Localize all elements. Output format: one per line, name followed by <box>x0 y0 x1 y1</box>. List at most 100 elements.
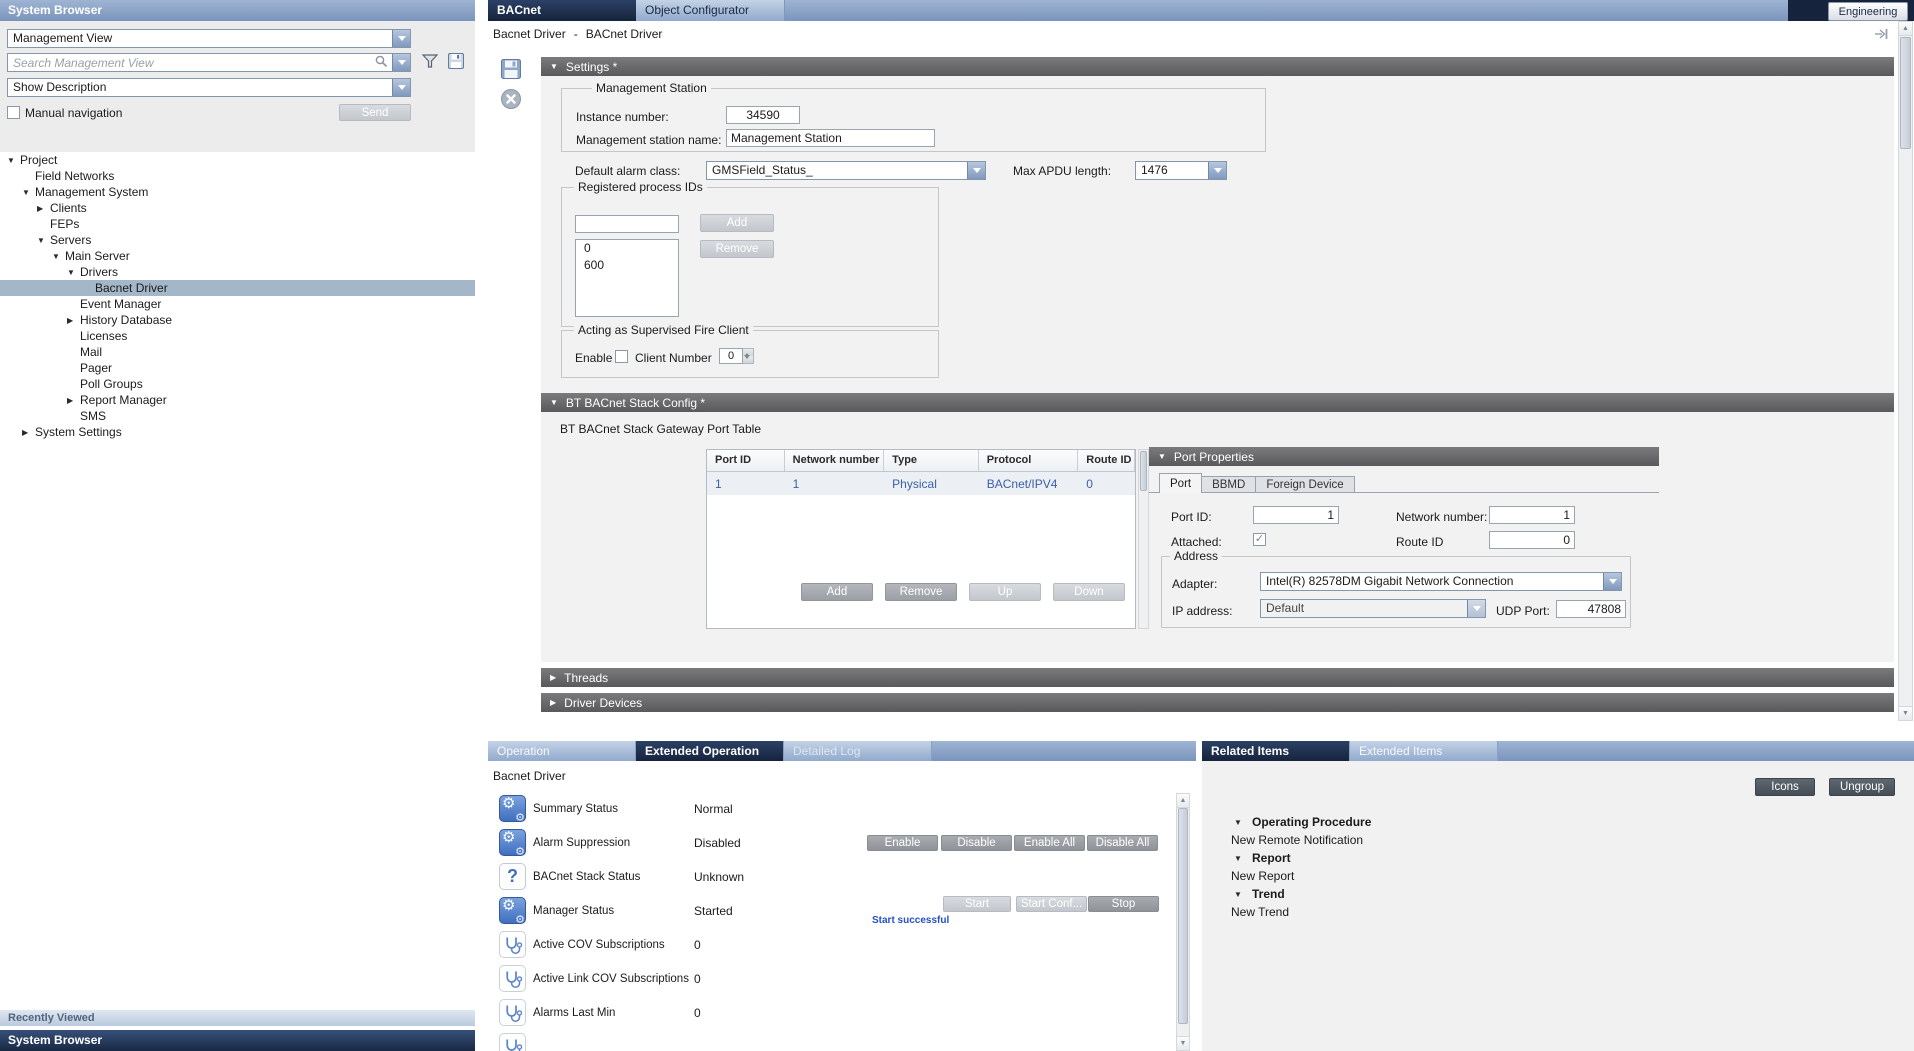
expanded-arrow-icon[interactable]: ▼ <box>1234 818 1252 827</box>
add-button[interactable]: Add <box>801 583 873 601</box>
tab-bbmd[interactable]: BBMD <box>1202 476 1256 493</box>
process-id-input[interactable] <box>575 215 679 233</box>
settings-section-header[interactable]: ▼ Settings * <box>541 57 1894 76</box>
search-icon[interactable] <box>374 54 392 71</box>
scroll-down-icon[interactable]: ▼ <box>1177 1036 1189 1050</box>
port-properties-header[interactable]: ▼ Port Properties <box>1149 447 1659 466</box>
table-row[interactable]: 11PhysicalBACnet/IPV40 <box>707 472 1135 495</box>
expanded-arrow-icon[interactable]: ▼ <box>67 268 80 277</box>
tree-item-system-settings[interactable]: ▶System Settings <box>0 424 475 440</box>
ungroup-button[interactable]: Ungroup <box>1829 778 1895 796</box>
jump-to-icon[interactable] <box>1874 28 1888 43</box>
tree-item-licenses[interactable]: Licenses <box>0 328 475 344</box>
chevron-down-icon[interactable] <box>1603 573 1621 590</box>
process-id-item[interactable]: 0 <box>576 240 678 257</box>
related-item-new-remote-notification[interactable]: New Remote Notification <box>1202 831 1914 849</box>
start-button[interactable]: Start <box>943 896 1011 912</box>
max-apdu-select[interactable]: 1476 <box>1135 161 1227 180</box>
threads-section-header[interactable]: ▶ Threads <box>541 668 1894 687</box>
enable-all-button[interactable]: Enable All <box>1014 835 1085 851</box>
disable-all-button[interactable]: Disable All <box>1087 835 1158 851</box>
tab-detailed-log[interactable]: Detailed Log <box>784 741 932 761</box>
table-scrollbar[interactable] <box>1138 449 1149 629</box>
expanded-arrow-icon[interactable]: ▼ <box>37 236 50 245</box>
process-id-item[interactable]: 600 <box>576 257 678 274</box>
tree-item-bacnet-driver[interactable]: Bacnet Driver <box>0 280 475 296</box>
up-button[interactable]: Up <box>969 583 1041 601</box>
related-group-trend[interactable]: ▼Trend <box>1202 885 1914 903</box>
stop-button[interactable]: Stop <box>1088 896 1159 912</box>
tab-operation[interactable]: Operation <box>488 741 636 761</box>
chevron-down-icon[interactable] <box>1467 600 1485 617</box>
scrollbar-thumb[interactable] <box>1140 451 1147 491</box>
icons-view-button[interactable]: Icons <box>1755 778 1815 796</box>
tab-extended-items[interactable]: Extended Items <box>1350 741 1498 761</box>
system-browser-footer-bar[interactable]: System Browser <box>0 1030 475 1051</box>
scroll-up-icon[interactable]: ▲ <box>1177 794 1189 808</box>
scrollbar-thumb[interactable] <box>1178 808 1188 1024</box>
related-group-report[interactable]: ▼Report <box>1202 849 1914 867</box>
collapsed-arrow-icon[interactable]: ▶ <box>37 204 50 213</box>
default-alarm-class-select[interactable]: GMSField_Status_ <box>706 161 986 180</box>
view-selector[interactable]: Management View <box>7 29 411 48</box>
scroll-down-icon[interactable]: ▼ <box>1899 706 1912 720</box>
save-search-icon[interactable] <box>447 52 465 73</box>
ip-address-select[interactable]: Default <box>1260 599 1486 618</box>
driver-devices-section-header[interactable]: ▶ Driver Devices <box>541 693 1894 712</box>
disable-button[interactable]: Disable <box>941 835 1012 851</box>
port-id-input[interactable] <box>1253 506 1339 524</box>
expanded-arrow-icon[interactable]: ▼ <box>1234 890 1252 899</box>
spinner-arrows-icon[interactable] <box>743 348 754 364</box>
enable-button[interactable]: Enable <box>867 835 938 851</box>
tree-item-event-manager[interactable]: Event Manager <box>0 296 475 312</box>
related-item-new-trend[interactable]: New Trend <box>1202 903 1914 921</box>
tree-item-feps[interactable]: FEPs <box>0 216 475 232</box>
expanded-arrow-icon[interactable]: ▼ <box>1234 854 1252 863</box>
remove-process-id-button[interactable]: Remove <box>700 240 774 258</box>
scroll-up-icon[interactable]: ▲ <box>1899 22 1912 36</box>
tree-item-sms[interactable]: SMS <box>0 408 475 424</box>
tree-item-report-manager[interactable]: ▶Report Manager <box>0 392 475 408</box>
add-process-id-button[interactable]: Add <box>700 214 774 232</box>
tree-item-management-system[interactable]: ▼Management System <box>0 184 475 200</box>
tree-item-clients[interactable]: ▶Clients <box>0 200 475 216</box>
tab-bacnet[interactable]: BACnet <box>488 0 636 21</box>
down-button[interactable]: Down <box>1053 583 1125 601</box>
tree-item-main-server[interactable]: ▼Main Server <box>0 248 475 264</box>
adapter-select[interactable]: Intel(R) 82578DM Gigabit Network Connect… <box>1260 572 1622 591</box>
collapsed-arrow-icon[interactable]: ▶ <box>67 396 80 405</box>
scrollbar-thumb[interactable] <box>1900 37 1911 149</box>
tree-item-servers[interactable]: ▼Servers <box>0 232 475 248</box>
breadcrumb-item[interactable]: BACnet Driver <box>586 27 663 41</box>
tree-item-field-networks[interactable]: Field Networks <box>0 168 475 184</box>
tab-related-items[interactable]: Related Items <box>1202 741 1350 761</box>
chevron-down-icon[interactable] <box>967 162 985 179</box>
related-item-new-report[interactable]: New Report <box>1202 867 1914 885</box>
attached-checkbox[interactable]: ✓ <box>1253 533 1266 546</box>
discard-icon[interactable] <box>500 88 522 113</box>
tree-item-history-database[interactable]: ▶History Database <box>0 312 475 328</box>
route-id-input[interactable] <box>1489 531 1575 549</box>
chevron-down-icon[interactable] <box>392 79 410 96</box>
client-number-spinner[interactable]: 0 <box>719 348 754 364</box>
tree-item-project[interactable]: ▼Project <box>0 152 475 168</box>
tree-item-drivers[interactable]: ▼Drivers <box>0 264 475 280</box>
tree-item-poll-groups[interactable]: Poll Groups <box>0 376 475 392</box>
station-name-input[interactable] <box>726 129 935 147</box>
engineering-mode-button[interactable]: Engineering <box>1828 2 1908 21</box>
breadcrumb-item[interactable]: Bacnet Driver <box>493 27 566 41</box>
tab-foreign-device[interactable]: Foreign Device <box>1256 476 1354 493</box>
process-id-list[interactable]: 0600 <box>575 239 679 317</box>
recently-viewed-bar[interactable]: Recently Viewed <box>0 1010 475 1026</box>
tab-object-configurator[interactable]: Object Configurator <box>636 0 785 21</box>
chevron-down-icon[interactable] <box>392 54 410 71</box>
related-group-operating-procedure[interactable]: ▼Operating Procedure <box>1202 813 1914 831</box>
description-selector[interactable]: Show Description <box>7 78 411 97</box>
stack-config-section-header[interactable]: ▼ BT BACnet Stack Config * <box>541 393 1894 412</box>
tab-port[interactable]: Port <box>1159 473 1202 493</box>
collapsed-arrow-icon[interactable]: ▶ <box>22 428 35 437</box>
save-icon[interactable] <box>500 58 522 83</box>
instance-number-input[interactable] <box>726 106 800 124</box>
expanded-arrow-icon[interactable]: ▼ <box>7 156 20 165</box>
filter-icon[interactable] <box>421 52 439 73</box>
